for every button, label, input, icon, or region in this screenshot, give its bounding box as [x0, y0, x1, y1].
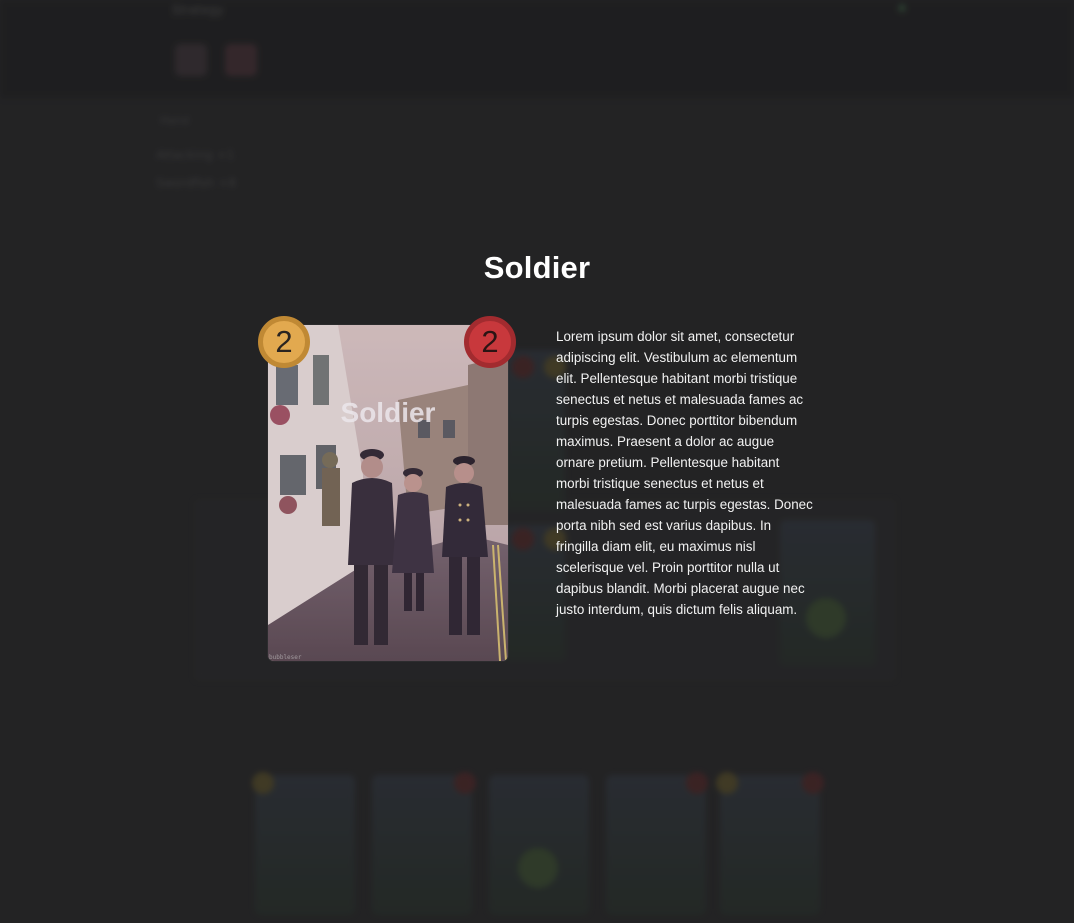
cost-badge: 2 [258, 316, 310, 368]
modal-title: Soldier [483, 250, 591, 285]
power-badge: 2 [464, 316, 516, 368]
card-description: Lorem ipsum dolor sit amet, consectetur … [556, 329, 813, 617]
modal-overlay[interactable] [0, 0, 1074, 923]
card-tint [268, 325, 508, 661]
card-name: Soldier [340, 397, 436, 428]
photo-watermark: bubbleser [269, 654, 302, 661]
game-screen: Strategy Hand Attacking +1 Swordfish +8 [0, 0, 1074, 923]
card-detail: Soldier bubbleser [268, 325, 508, 661]
